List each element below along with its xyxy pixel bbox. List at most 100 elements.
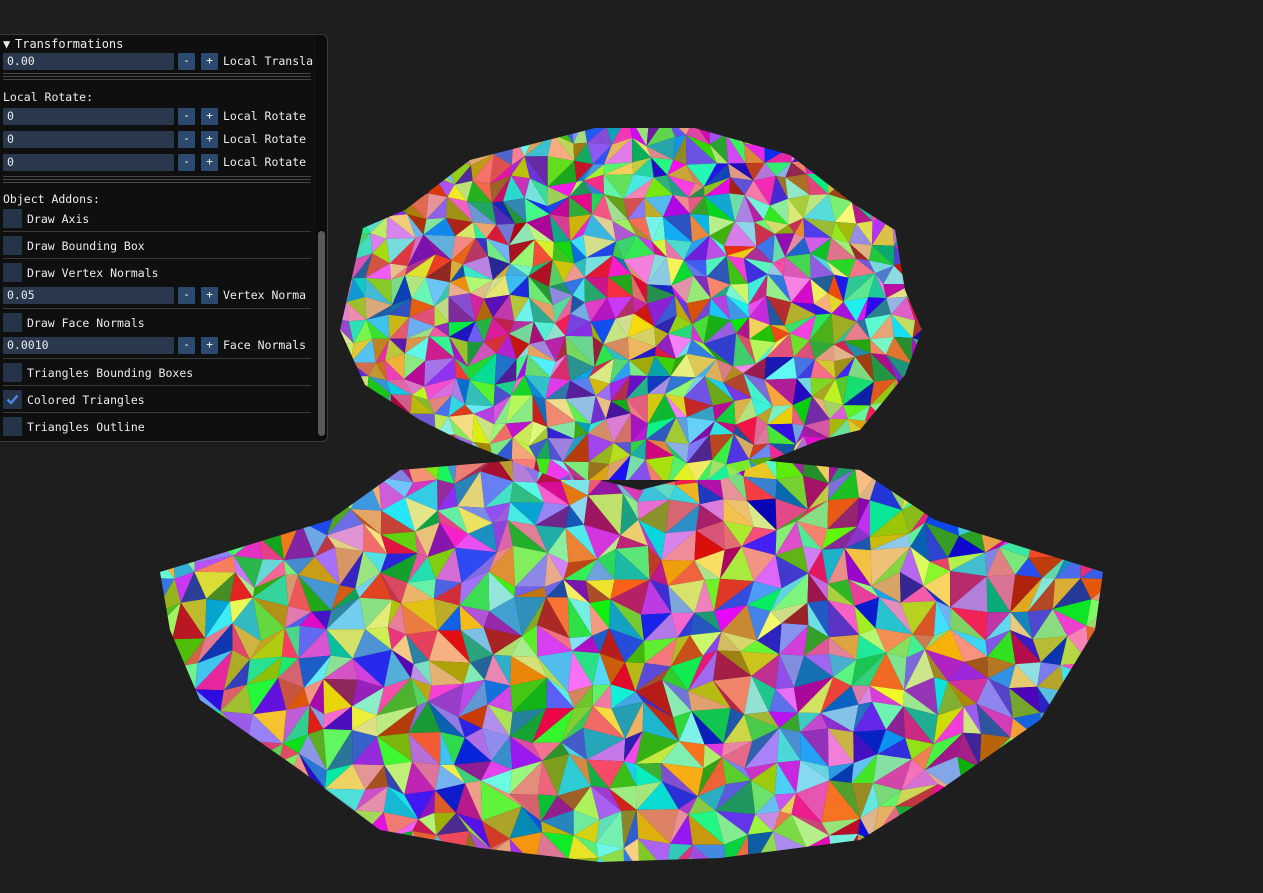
mesh-triangle xyxy=(803,142,836,161)
mesh-triangle xyxy=(929,340,948,364)
mesh-triangle xyxy=(1085,858,1103,862)
mesh-triangle xyxy=(803,146,836,161)
rotate-x-minus-button[interactable]: - xyxy=(178,108,195,125)
vertex-normals-minus-button[interactable]: - xyxy=(178,287,195,304)
mesh-triangle xyxy=(391,394,412,414)
mesh-triangle xyxy=(1040,712,1056,742)
mesh-triangle xyxy=(160,665,184,680)
separator xyxy=(3,76,311,77)
mesh-triangle xyxy=(1054,865,1091,893)
mesh-triangle xyxy=(282,460,312,475)
face-normals-plus-button[interactable]: + xyxy=(201,337,218,354)
mesh-triangle xyxy=(937,466,944,486)
mesh-triangle xyxy=(935,276,956,294)
mesh-triangle xyxy=(936,834,965,862)
mesh-triangle xyxy=(160,764,184,789)
draw-bounding-box-checkbox[interactable] xyxy=(3,236,22,255)
mesh-triangle xyxy=(926,294,956,326)
vertex-normals-length-input[interactable]: 0.05 xyxy=(3,287,174,304)
face-normals-minus-button[interactable]: - xyxy=(178,337,195,354)
face-normals-length-input[interactable]: 0.0010 xyxy=(3,337,174,354)
mesh-triangle xyxy=(872,840,912,862)
mesh-triangle xyxy=(340,159,351,182)
mesh-triangle xyxy=(895,806,923,845)
mesh-triangle xyxy=(753,884,778,893)
mesh-triangle xyxy=(254,832,284,862)
mesh-triangle xyxy=(402,886,427,893)
local-rotate-z-input[interactable]: 0 xyxy=(3,154,174,171)
mesh-triangle xyxy=(906,433,922,467)
rotate-y-minus-button[interactable]: - xyxy=(178,131,195,148)
mesh-triangle xyxy=(279,753,299,794)
mesh-triangle xyxy=(907,196,922,216)
mesh-triangle xyxy=(1028,531,1066,558)
mesh-triangle xyxy=(891,196,916,216)
mesh-triangle xyxy=(937,480,955,500)
mesh-triangle xyxy=(168,767,197,789)
mesh-triangle xyxy=(196,476,236,496)
mesh-triangle xyxy=(245,759,280,795)
draw-axis-checkbox[interactable] xyxy=(3,209,22,228)
mesh-triangle xyxy=(926,316,956,340)
mesh-triangle xyxy=(902,460,926,475)
mesh-triangle xyxy=(989,786,1005,817)
mesh-triangle xyxy=(415,158,434,175)
draw-face-normals-checkbox[interactable] xyxy=(3,313,22,332)
triangles-bounding-boxes-checkbox[interactable] xyxy=(3,363,22,382)
collapse-triangle-icon[interactable]: ▼ xyxy=(3,37,15,51)
mesh-triangle xyxy=(512,128,536,134)
mesh-triangle xyxy=(182,805,204,848)
mesh-triangle xyxy=(867,179,892,195)
rotate-z-plus-button[interactable]: + xyxy=(201,154,218,171)
mesh-triangle xyxy=(350,836,390,862)
local-translate-input[interactable]: 0.00 xyxy=(3,53,174,70)
mesh-triangle xyxy=(923,205,955,221)
mesh-triangle xyxy=(913,480,937,499)
colored-triangles-label: Colored Triangles xyxy=(27,393,145,407)
mesh-triangle xyxy=(1009,741,1043,764)
mesh-triangle xyxy=(896,379,907,403)
mesh-triangle xyxy=(395,158,416,178)
mesh-triangle xyxy=(340,375,346,402)
mesh-triangle xyxy=(1089,649,1103,678)
mesh-triangle xyxy=(1030,762,1066,789)
mesh-triangle xyxy=(747,831,774,862)
mesh-triangle xyxy=(913,455,922,480)
local-rotate-x-input[interactable]: 0 xyxy=(3,108,174,125)
mesh-triangle xyxy=(905,215,922,247)
mesh-triangle xyxy=(1114,745,1134,768)
mesh-triangle xyxy=(340,419,355,439)
mesh-triangle xyxy=(283,499,301,522)
panel-scrollbar[interactable] xyxy=(316,35,326,440)
draw-vertex-normals-checkbox[interactable] xyxy=(3,263,22,282)
triangles-outline-checkbox[interactable] xyxy=(3,417,22,436)
mesh-triangle xyxy=(368,454,392,480)
translate-plus-button[interactable]: + xyxy=(201,53,218,70)
mesh-triangle xyxy=(1060,528,1090,554)
scrollbar-thumb[interactable] xyxy=(318,231,325,436)
mesh-triangle xyxy=(895,162,906,185)
rotate-z-minus-button[interactable]: - xyxy=(178,154,195,171)
mesh-triangle xyxy=(1115,835,1145,859)
mesh-triangle xyxy=(160,704,184,735)
mesh-triangle xyxy=(932,183,948,204)
vertex-normals-plus-button[interactable]: + xyxy=(201,287,218,304)
colored-triangles-checkbox[interactable] xyxy=(3,390,22,409)
translate-minus-button[interactable]: - xyxy=(178,53,195,70)
mesh-triangle xyxy=(934,870,965,883)
mesh-triangle xyxy=(672,883,702,893)
rotate-x-plus-button[interactable]: + xyxy=(201,108,218,125)
mesh-triangle xyxy=(573,128,588,144)
rotate-y-plus-button[interactable]: + xyxy=(201,131,218,148)
mesh-triangle xyxy=(282,474,312,502)
mesh-triangle xyxy=(932,204,956,221)
mesh-triangle xyxy=(427,860,462,862)
local-rotate-y-input[interactable]: 0 xyxy=(3,131,174,148)
mesh-triangle xyxy=(875,128,889,138)
mesh-triangle xyxy=(160,493,184,533)
mesh-triangle xyxy=(200,857,231,862)
mesh-triangle xyxy=(300,479,340,502)
mesh-triangle xyxy=(855,460,880,471)
mesh-triangle xyxy=(183,778,204,814)
mesh-triangle xyxy=(936,254,956,276)
